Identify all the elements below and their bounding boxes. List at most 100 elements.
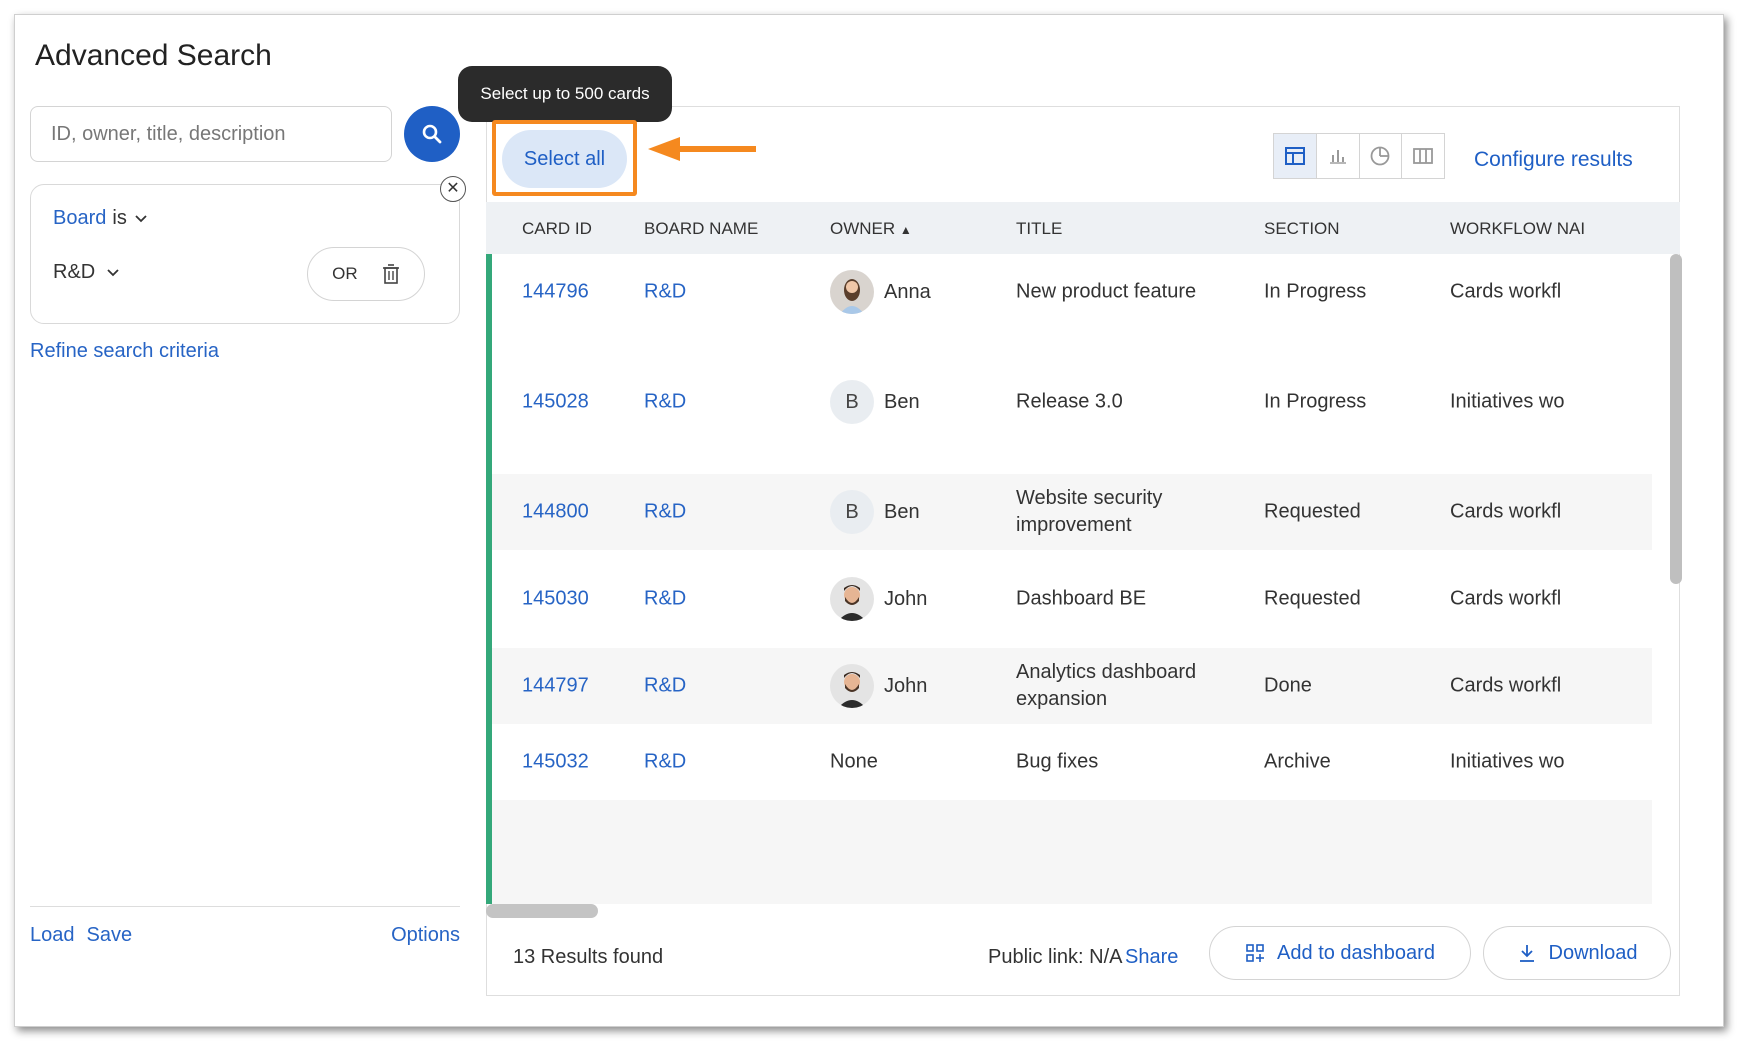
trash-icon[interactable]: [382, 264, 400, 284]
owner-name: Ben: [884, 390, 920, 413]
card-section: Requested: [1264, 500, 1361, 523]
criteria-operator: is: [112, 207, 127, 229]
user-photo-icon: [830, 577, 874, 621]
criteria-field-dropdown[interactable]: Board is: [53, 207, 149, 230]
left-footer-divider: [30, 906, 460, 907]
board-name-link[interactable]: R&D: [644, 588, 686, 611]
column-header-section[interactable]: Section: [1264, 219, 1340, 239]
card-id-link[interactable]: 144800: [522, 501, 589, 524]
avatar: [830, 577, 874, 621]
card-title: Release 3.0: [1016, 390, 1123, 413]
load-link[interactable]: Load: [30, 924, 75, 947]
user-photo-icon: [830, 664, 874, 708]
user-photo-icon: [830, 270, 874, 314]
arrow-annotation-icon: [648, 137, 756, 161]
owner-cell: B Ben: [830, 380, 920, 424]
owner-name: John: [884, 674, 928, 697]
add-to-dashboard-label: Add to dashboard: [1277, 941, 1435, 964]
options-link[interactable]: Options: [391, 924, 460, 947]
results-table-header: Card ID Board name Owner ▲ Title Section…: [486, 202, 1680, 254]
configure-results-link[interactable]: Configure results: [1474, 148, 1633, 172]
column-header-owner-label: Owner: [830, 219, 896, 238]
board-name-link[interactable]: R&D: [644, 501, 686, 524]
table-row-partial: [492, 800, 1652, 904]
board-name-link[interactable]: R&D: [644, 675, 686, 698]
download-icon: [1519, 945, 1534, 962]
card-title: New product feature: [1016, 280, 1197, 303]
download-button[interactable]: Download: [1483, 926, 1671, 980]
vertical-scrollbar[interactable]: [1670, 254, 1682, 584]
column-header-card-id[interactable]: Card ID: [522, 219, 592, 239]
columns-view-button[interactable]: [1402, 134, 1444, 178]
card-title: Analytics dashboard expansion: [1016, 661, 1197, 710]
public-link-label: Public link: N/A: [988, 946, 1123, 968]
page-title: Advanced Search: [35, 39, 272, 72]
column-header-owner[interactable]: Owner ▲: [830, 219, 912, 239]
dashboard-icon: [1246, 944, 1265, 962]
table-row[interactable]: 144797 R&D John Analytics dashboard expa…: [492, 648, 1652, 724]
card-title: Dashboard BE: [1016, 587, 1147, 610]
card-workflow: Initiatives wo: [1450, 750, 1565, 773]
add-to-dashboard-button[interactable]: Add to dashboard: [1209, 926, 1471, 980]
avatar: [830, 664, 874, 708]
sort-ascending-icon: ▲: [899, 223, 912, 237]
or-button[interactable]: OR: [332, 264, 358, 284]
close-icon[interactable]: ✕: [440, 176, 466, 202]
table-row[interactable]: 144800 R&D B Ben Website security improv…: [492, 474, 1652, 550]
search-criteria-box: Board is R&D OR: [30, 184, 460, 324]
results-footer: 13 Results found Public link: N/A Share …: [486, 924, 1680, 994]
card-workflow: Cards workfl: [1450, 674, 1562, 697]
horizontal-scrollbar[interactable]: [486, 904, 598, 918]
search-icon: [422, 124, 442, 144]
board-name-link[interactable]: R&D: [644, 751, 686, 774]
select-all-button[interactable]: Select all: [502, 130, 627, 188]
card-section: In Progress: [1264, 390, 1367, 413]
criteria-value-dropdown[interactable]: R&D: [53, 261, 121, 284]
results-count: 13 Results found: [513, 946, 664, 968]
table-row[interactable]: 145030 R&D John Dashboard BE Requested C…: [492, 550, 1652, 648]
criteria-value: R&D: [53, 261, 96, 283]
avatar: B: [830, 380, 874, 424]
board-name-link[interactable]: R&D: [644, 281, 686, 304]
card-id-link[interactable]: 145032: [522, 751, 589, 774]
table-row[interactable]: 145028 R&D B Ben Release 3.0 In Progress…: [492, 330, 1652, 474]
card-id-link[interactable]: 144796: [522, 281, 589, 304]
table-icon: [1284, 147, 1305, 165]
card-title: Website security improvement: [1016, 487, 1163, 536]
card-section: Requested: [1264, 587, 1361, 610]
share-link[interactable]: Share: [1125, 946, 1178, 969]
column-header-workflow-name[interactable]: Workflow nai: [1450, 219, 1585, 239]
bar-chart-view-button[interactable]: [1317, 134, 1360, 178]
card-workflow: Cards workfl: [1450, 280, 1562, 303]
owner-name: Ben: [884, 500, 920, 523]
criteria-field-name: Board: [53, 207, 107, 229]
card-section: Archive: [1264, 750, 1331, 773]
owner-cell: B Ben: [830, 490, 920, 534]
table-view-button[interactable]: [1274, 134, 1317, 178]
pie-chart-view-button[interactable]: [1360, 134, 1403, 178]
card-id-link[interactable]: 145030: [522, 588, 589, 611]
results-table-body: 144796 R&D Anna New product feature In P…: [486, 254, 1680, 904]
owner-name: John: [884, 587, 928, 610]
owner-cell: Anna: [830, 270, 931, 314]
card-id-link[interactable]: 145028: [522, 391, 589, 414]
download-label: Download: [1548, 941, 1638, 964]
save-link[interactable]: Save: [87, 924, 133, 947]
chevron-down-icon: [135, 214, 147, 222]
column-header-board-name[interactable]: Board name: [644, 219, 758, 239]
owner-name: Anna: [884, 280, 931, 303]
owner-name: None: [830, 750, 878, 773]
refine-search-link[interactable]: Refine search criteria: [30, 340, 219, 363]
card-workflow: Cards workfl: [1450, 587, 1562, 610]
search-button[interactable]: [404, 106, 460, 162]
card-id-link[interactable]: 144797: [522, 675, 589, 698]
table-row[interactable]: 144796 R&D Anna New product feature In P…: [492, 254, 1652, 330]
card-section: In Progress: [1264, 280, 1367, 303]
table-row[interactable]: 145032 R&D None Bug fixes Archive Initia…: [492, 724, 1652, 800]
card-section: Done: [1264, 674, 1312, 697]
search-input[interactable]: [30, 106, 392, 162]
board-name-link[interactable]: R&D: [644, 391, 686, 414]
card-workflow: Cards workfl: [1450, 500, 1562, 523]
left-footer: Load Save Options: [30, 924, 460, 947]
column-header-title[interactable]: Title: [1016, 219, 1062, 239]
